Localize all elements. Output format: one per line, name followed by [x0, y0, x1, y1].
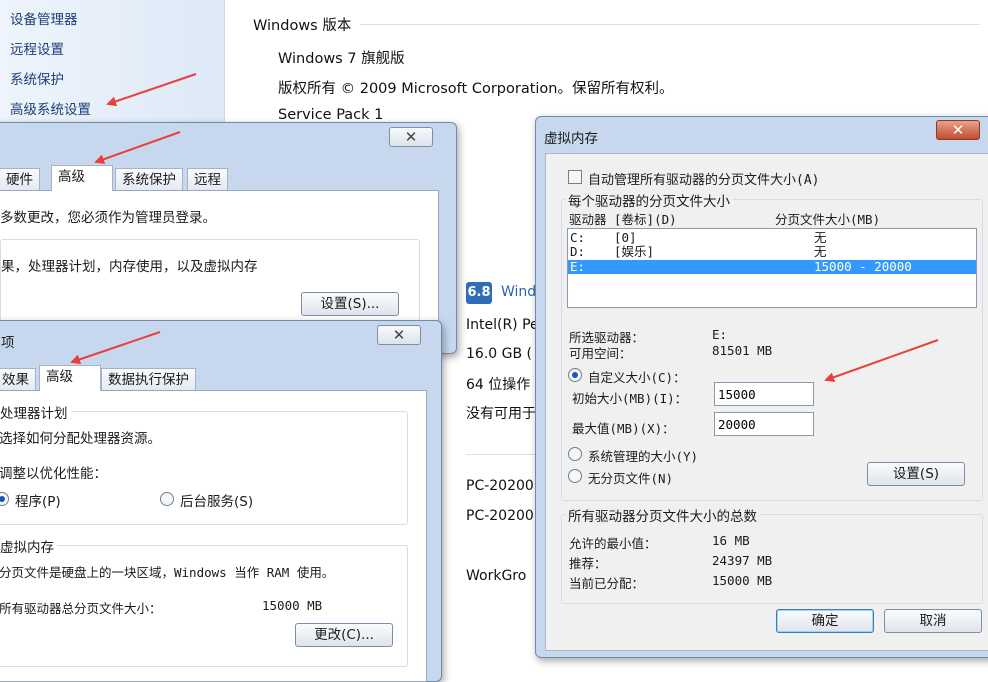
drive-letter: C:: [570, 230, 586, 245]
initial-size-input[interactable]: [714, 382, 814, 406]
allocated-value: 15000 MB: [712, 573, 773, 588]
tab-advanced[interactable]: 高级: [39, 365, 101, 391]
system-info-section: 6.8 Wind Intel(R) Pe 16.0 GB ( 64 位操作 没有…: [456, 260, 540, 590]
experience-index-badge[interactable]: 6.8: [466, 282, 492, 304]
adjust-for-label: 调整以优化性能：: [0, 466, 107, 482]
service-pack-text: Service Pack 1: [278, 107, 384, 123]
drive-volume-label: [0]: [614, 230, 637, 245]
total-paging-label: 所有驱动器总分页文件大小：: [0, 601, 162, 616]
system-properties-close-button[interactable]: ✕: [389, 127, 433, 147]
drive-paging-size: 无: [814, 230, 827, 245]
background-services-label[interactable]: 后台服务(S): [180, 490, 253, 510]
virtual-memory-body: 自动管理所有驱动器的分页文件大小(A) 每个驱动器的分页文件大小 驱动器 [卷标…: [545, 153, 988, 651]
system-managed-label[interactable]: 系统管理的大小(Y): [588, 446, 698, 465]
drive-volume-label: [娱乐]: [614, 244, 655, 259]
background-services-radio[interactable]: [160, 492, 174, 506]
admin-note: 多数更改，您必须作为管理员登录。: [0, 210, 216, 226]
auto-manage-label[interactable]: 自动管理所有驱动器的分页文件大小(A): [588, 169, 819, 188]
custom-size-label[interactable]: 自定义大小(C)：: [588, 367, 686, 386]
system-type-value: 64 位操作: [466, 377, 531, 393]
windows-edition-name: Windows 7 旗舰版: [278, 51, 405, 67]
drive-letter: D:: [570, 244, 586, 259]
system-managed-radio[interactable]: [568, 447, 582, 461]
full-computer-name-value: PC-20200: [466, 508, 534, 524]
performance-options-title: 项: [1, 335, 15, 351]
windows-edition-heading: Windows 版本: [253, 18, 352, 34]
max-size-input[interactable]: [714, 412, 814, 436]
performance-description: 果，处理器计划，内存使用，以及虚拟内存: [1, 259, 258, 275]
tab-remote[interactable]: 远程: [187, 168, 228, 191]
virtual-memory-window: 虚拟内存 ✕ 自动管理所有驱动器的分页文件大小(A) 每个驱动器的分页文件大小 …: [535, 116, 988, 658]
programs-radio-label[interactable]: 程序(P): [15, 490, 61, 510]
performance-group: 果，处理器计划，内存使用，以及虚拟内存 设置(S)...: [0, 239, 420, 323]
virtual-memory-title: 虚拟内存: [544, 131, 598, 147]
initial-size-label: 初始大小(MB)(I)：: [572, 391, 688, 406]
no-paging-file-label[interactable]: 无分页文件(N): [588, 468, 673, 487]
performance-options-window: 项 ✕ 效果 高级 数据执行保护 处理器计划 选择如何分配处理器资源。 调整以优…: [0, 320, 442, 682]
workgroup-value: WorkGro: [466, 568, 527, 584]
tab-hardware[interactable]: 硬件: [0, 168, 40, 191]
section-divider: [466, 454, 540, 455]
min-allowed-label: 允许的最小值：: [569, 536, 657, 551]
cancel-button[interactable]: 取消: [884, 609, 982, 633]
drive-row-c[interactable]: C: [0] 无: [568, 231, 976, 245]
virtual-memory-close-button[interactable]: ✕: [936, 120, 980, 140]
tab-advanced[interactable]: 高级: [51, 165, 113, 191]
per-drive-group-title: 每个驱动器的分页文件大小: [565, 190, 733, 210]
free-space-value: 81501 MB: [712, 343, 773, 358]
tab-visual-effects[interactable]: 效果: [0, 368, 36, 391]
change-virtual-memory-button[interactable]: 更改(C)...: [295, 623, 393, 647]
custom-size-radio[interactable]: [568, 368, 582, 382]
drive-letter: E:: [570, 259, 586, 274]
tab-system-protection[interactable]: 系统保护: [115, 168, 183, 191]
min-allowed-value: 16 MB: [712, 533, 750, 548]
virtual-memory-desc: 分页文件是硬盘上的一块区域，Windows 当作 RAM 使用。: [0, 565, 335, 580]
drive-paging-size: 无: [814, 244, 827, 259]
recommended-label: 推荐：: [569, 556, 607, 571]
selected-drive-value: E:: [712, 327, 728, 342]
totals-group-title: 所有驱动器分页文件大小的总数: [565, 505, 760, 525]
memory-value: 16.0 GB (: [466, 346, 532, 362]
virtual-memory-group: 虚拟内存 分页文件是硬盘上的一块区域，Windows 当作 RAM 使用。 所有…: [0, 536, 408, 667]
processor-scheduling-group: 处理器计划 选择如何分配处理器资源。 调整以优化性能： 程序(P) 后台服务(S…: [0, 402, 408, 525]
performance-advanced-panel: 处理器计划 选择如何分配处理器资源。 调整以优化性能： 程序(P) 后台服务(S…: [0, 390, 427, 682]
performance-settings-button[interactable]: 设置(S)...: [301, 292, 399, 316]
computer-name-value: PC-20200: [466, 478, 534, 494]
drive-row-e[interactable]: E: 15000 - 20000: [568, 260, 976, 274]
auto-manage-checkbox[interactable]: [568, 170, 582, 184]
recommended-value: 24397 MB: [712, 553, 773, 568]
totals-group: 所有驱动器分页文件大小的总数 允许的最小值： 16 MB 推荐： 24397 M…: [561, 505, 983, 604]
size-column-header: 分页文件大小(MB): [775, 212, 881, 227]
drive-column-header: 驱动器 [卷标](D): [569, 212, 677, 227]
set-button[interactable]: 设置(S): [867, 462, 965, 486]
experience-index-link[interactable]: Wind: [501, 284, 536, 300]
copyright-text: 版权所有 © 2009 Microsoft Corporation。保留所有权利…: [278, 81, 674, 97]
per-drive-group: 每个驱动器的分页文件大小 驱动器 [卷标](D) 分页文件大小(MB) C: […: [561, 190, 983, 501]
windows-edition-section: Windows 版本 Windows 7 旗舰版 版权所有 © 2009 Mic…: [0, 0, 988, 130]
allocated-label: 当前已分配：: [569, 576, 645, 591]
drive-paging-size: 15000 - 20000: [814, 259, 912, 274]
tab-dep[interactable]: 数据执行保护: [101, 368, 196, 391]
pen-touch-value: 没有可用于: [466, 406, 536, 422]
drive-row-d[interactable]: D: [娱乐] 无: [568, 245, 976, 259]
close-icon: ✕: [392, 326, 406, 344]
processor-value: Intel(R) Pe: [466, 317, 539, 333]
close-icon: ✕: [951, 121, 965, 139]
heading-divider: [360, 24, 980, 25]
free-space-label: 可用空间：: [569, 346, 632, 361]
max-size-label: 最大值(MB)(X)：: [572, 421, 675, 436]
performance-options-close-button[interactable]: ✕: [377, 325, 421, 345]
virtual-memory-title: 虚拟内存: [0, 536, 57, 556]
drive-list[interactable]: C: [0] 无 D: [娱乐] 无 E: 15000 - 20000: [567, 228, 977, 308]
close-icon: ✕: [404, 128, 418, 146]
no-paging-file-radio[interactable]: [568, 469, 582, 483]
programs-radio[interactable]: [0, 492, 9, 506]
processor-scheduling-title: 处理器计划: [0, 402, 71, 422]
total-paging-value: 15000 MB: [262, 598, 323, 613]
ok-button[interactable]: 确定: [776, 609, 874, 633]
processor-scheduling-desc: 选择如何分配处理器资源。: [0, 431, 161, 447]
